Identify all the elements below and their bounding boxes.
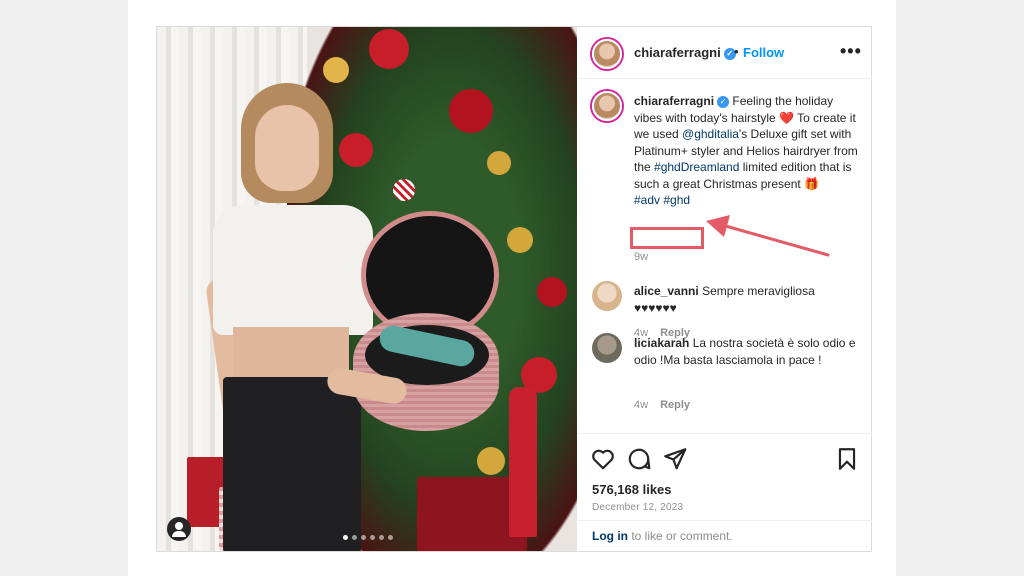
heart-icon[interactable] [590, 446, 616, 472]
ornament [507, 227, 533, 253]
avatar[interactable] [592, 91, 622, 121]
ornament [369, 29, 409, 69]
comment-username[interactable]: liciakarah [634, 336, 689, 350]
ornament [477, 447, 505, 475]
carousel-dot [361, 535, 366, 540]
white-top [213, 205, 373, 335]
black-pants [223, 377, 361, 551]
comment-content: Sempre meravigliosa [702, 284, 815, 298]
bookmark-icon[interactable] [834, 446, 860, 472]
ornament [323, 57, 349, 83]
more-icon[interactable]: ••• [840, 41, 862, 62]
login-suffix: to like or comment. [628, 529, 733, 543]
timestamp[interactable]: 9w [634, 251, 648, 263]
comment-text: alice_vanni Sempre meravigliosa ♥♥♥♥♥♥ [634, 283, 858, 317]
ornament [339, 133, 373, 167]
login-prompt: Log in to like or comment. [578, 520, 872, 552]
page-background: chiaraferragni ✓ • Follow ••• chiaraferra… [0, 0, 1024, 576]
comment-username[interactable]: alice_vanni [634, 284, 699, 298]
likes-count[interactable]: 576,168 likes [592, 482, 672, 497]
login-link[interactable]: Log in [592, 529, 628, 543]
avatar[interactable] [592, 333, 622, 363]
carousel-dot [343, 535, 348, 540]
gift-emoji: 🎁 [804, 176, 820, 191]
avatar[interactable] [592, 281, 622, 311]
carousel-dot [379, 535, 384, 540]
tagged-user-icon[interactable] [167, 517, 191, 541]
post-image[interactable] [157, 27, 577, 551]
reply-button[interactable]: Reply [660, 399, 690, 411]
caption-text: chiaraferragni ✓ Feeling the holiday vibe… [634, 93, 860, 209]
hashtag-link[interactable]: #ghd [663, 193, 690, 207]
carousel-indicator [343, 535, 393, 540]
instagram-post: chiaraferragni ✓ • Follow ••• chiaraferra… [156, 26, 872, 552]
share-icon[interactable] [662, 446, 688, 472]
hearts: ♥♥♥♥♥♥ [634, 301, 677, 315]
hashtag-link[interactable]: #ghdDreamland [654, 160, 739, 174]
highlight-box [630, 227, 704, 249]
ornament [537, 277, 567, 307]
verified-icon: ✓ [717, 96, 730, 108]
face [255, 105, 319, 191]
ornament [487, 151, 511, 175]
separator: • [734, 44, 739, 59]
username[interactable]: chiaraferragni [634, 45, 721, 60]
post-date[interactable]: December 12, 2023 [592, 502, 683, 513]
carousel-dot [388, 535, 393, 540]
username-link[interactable]: chiaraferragni ✓ [634, 45, 736, 60]
heart-emoji: ❤️ [779, 110, 794, 125]
comment-time[interactable]: 4w [634, 399, 648, 411]
caption-username[interactable]: chiaraferragni [634, 94, 714, 108]
mention-link[interactable]: @ghditalia [682, 127, 739, 141]
post-header: chiaraferragni ✓ • Follow ••• [578, 27, 872, 79]
ornament [449, 89, 493, 133]
ornament [393, 179, 415, 201]
comment-meta: 4w Reply [634, 399, 702, 411]
comment-text: liciakarah La nostra società è solo odio… [634, 335, 858, 369]
hashtag-link[interactable]: #adv [634, 193, 660, 207]
carousel-dot [370, 535, 375, 540]
comment-icon[interactable] [626, 446, 652, 472]
post-actions: 576,168 likes December 12, 2023 Log in t… [578, 433, 872, 551]
arrow-icon [706, 215, 830, 257]
carousel-dot [352, 535, 357, 540]
nutcracker [509, 387, 537, 537]
follow-button[interactable]: Follow [743, 45, 784, 60]
avatar[interactable] [592, 39, 622, 69]
post-sidebar: chiaraferragni ✓ • Follow ••• chiaraferra… [578, 27, 872, 551]
